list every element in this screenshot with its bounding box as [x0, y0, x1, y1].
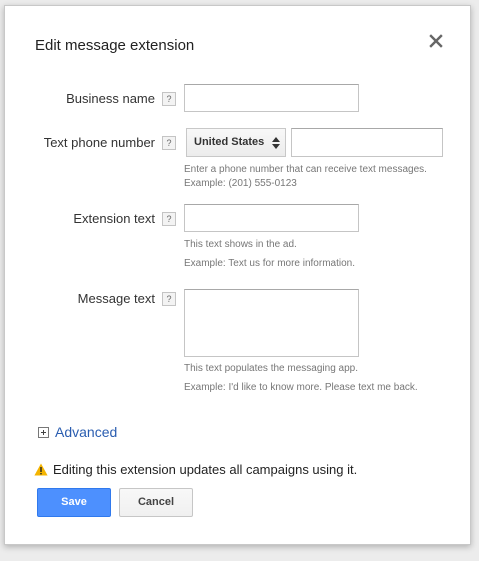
extension-text-hint: This text shows in the ad.: [184, 239, 297, 250]
warning-text: Editing this extension updates all campa…: [53, 462, 358, 477]
phone-number-input[interactable]: [291, 128, 443, 157]
text-phone-number-help-icon[interactable]: ?: [162, 136, 176, 150]
phone-example: Example: (201) 555-0123: [184, 178, 297, 189]
edit-message-extension-dialog: Edit message extension Business name ? T…: [4, 5, 471, 545]
extension-text-input[interactable]: [184, 204, 359, 232]
message-text-hint: This text populates the messaging app.: [184, 363, 358, 374]
select-arrows-icon: [272, 137, 280, 149]
extension-text-help-icon[interactable]: ?: [162, 212, 176, 226]
close-icon[interactable]: [427, 32, 445, 50]
business-name-label: Business name: [66, 91, 155, 106]
save-button[interactable]: Save: [37, 488, 111, 517]
business-name-help-icon[interactable]: ?: [162, 92, 176, 106]
business-name-input[interactable]: [184, 84, 359, 112]
extension-text-label: Extension text: [73, 211, 155, 226]
message-text-label: Message text: [77, 291, 155, 306]
message-text-input[interactable]: [184, 289, 359, 357]
country-select[interactable]: United States: [186, 128, 286, 157]
plus-box-icon: [38, 427, 49, 438]
cancel-button[interactable]: Cancel: [119, 488, 193, 517]
text-phone-number-label: Text phone number: [43, 135, 155, 150]
message-text-example: Example: I'd like to know more. Please t…: [184, 382, 418, 393]
extension-text-example: Example: Text us for more information.: [184, 258, 355, 269]
advanced-label: Advanced: [55, 424, 118, 440]
dialog-title: Edit message extension: [35, 37, 195, 54]
message-text-help-icon[interactable]: ?: [162, 292, 176, 306]
warning-icon: [34, 463, 48, 476]
country-select-value: United States: [194, 136, 265, 148]
phone-hint: Enter a phone number that can receive te…: [184, 164, 427, 175]
